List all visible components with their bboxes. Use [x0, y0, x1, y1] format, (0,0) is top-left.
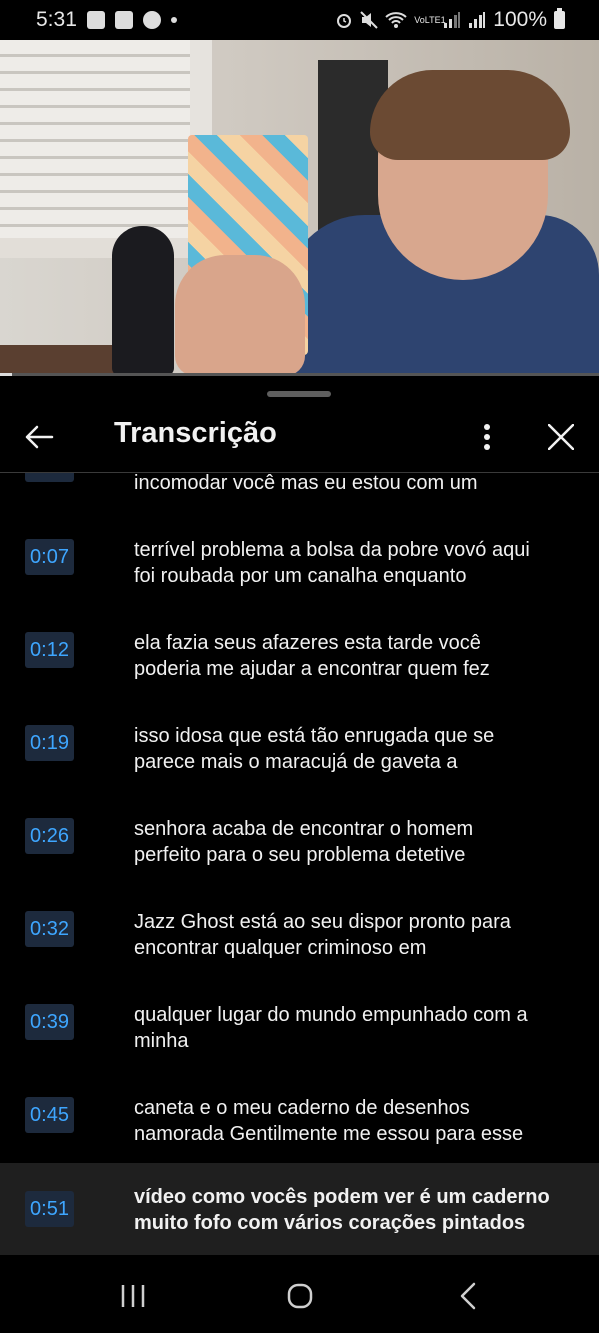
timestamp-stub [25, 473, 74, 482]
back-button[interactable] [18, 416, 60, 458]
chevron-left-icon [460, 1282, 476, 1310]
timestamp: 0:26 [25, 818, 74, 854]
transcript-text: caneta e o meu caderno de desenhos namora… [134, 1097, 524, 1145]
video-hand [175, 255, 305, 376]
drag-handle[interactable] [267, 391, 331, 397]
nav-back-button[interactable] [438, 1276, 498, 1316]
transcript-row[interactable]: 0:26 senhora acaba de encontrar o homem p… [0, 790, 599, 882]
video-player[interactable] [0, 40, 599, 376]
navigation-bar [0, 1258, 599, 1333]
transcript-row[interactable]: 0:32 Jazz Ghost está ao seu dispor pront… [0, 883, 599, 975]
video-window-sill [0, 238, 215, 258]
transcript-title: Transcrição [114, 417, 277, 449]
wifi-icon [385, 12, 407, 28]
arrow-left-icon [25, 425, 54, 449]
home-button[interactable] [270, 1276, 330, 1316]
transcript-text: terrível problema a bolsa da pobre vovó … [134, 539, 530, 587]
gallery-icon [86, 11, 105, 29]
transcript-text: qualquer lugar do mundo empunhado com am… [134, 1004, 528, 1052]
transcript-row[interactable]: 0:19 isso idosa que está tão enrugada qu… [0, 697, 599, 789]
transcript-panel: Transcrição incomodar você mas eu estou … [0, 378, 599, 1258]
transcript-header: Transcrição [0, 406, 599, 472]
transcript-text: senhora acaba de encontrar o homem perfei… [134, 818, 474, 866]
signal-icon [444, 12, 461, 28]
signal-icon [469, 12, 486, 28]
transcript-text: ela fazia seus afazeres esta tarde você p… [134, 632, 490, 680]
transcript-row-active[interactable]: 0:51 vídeo como vocês podem ver é um cad… [0, 1163, 599, 1255]
timestamp: 0:07 [25, 539, 74, 575]
transcript-text: Jazz Ghost está ao seu dispor pronto par… [134, 911, 511, 959]
close-icon [548, 424, 574, 450]
battery-percent: 100% [493, 8, 547, 31]
transcript-text: vídeo como vocês podem ver é um caderno m… [134, 1186, 550, 1234]
network-label: VoLTE1 [414, 14, 446, 25]
video-person-hair [370, 70, 570, 160]
alarm-icon [337, 14, 352, 28]
transcript-row-partial[interactable]: incomodar você mas eu estou com um [0, 473, 599, 503]
status-time: 5:31 [36, 8, 77, 31]
more-vert-icon [484, 424, 490, 450]
timestamp: 0:19 [25, 725, 74, 761]
transcript-row[interactable]: 0:12 ela fazia seus afazeres esta tarde … [0, 604, 599, 696]
timestamp: 0:51 [25, 1191, 74, 1227]
timestamp: 0:39 [25, 1004, 74, 1040]
home-icon [287, 1283, 313, 1309]
battery-icon [554, 8, 565, 29]
transcript-row[interactable]: 0:39 qualquer lugar do mundo empunhado c… [0, 976, 599, 1068]
transcript-row[interactable]: 0:07 terrível problema a bolsa da pobre … [0, 511, 599, 603]
cloud-icon [142, 11, 161, 29]
timestamp: 0:32 [25, 911, 74, 947]
video-progress-bar[interactable] [0, 373, 599, 376]
recent-apps-icon [121, 1285, 145, 1307]
shield-icon [114, 11, 133, 29]
video-microphone [112, 226, 174, 376]
video-progress-fill [0, 373, 12, 376]
transcript-text: incomodar você mas eu estou com um [134, 473, 478, 494]
status-left: 5:31 [36, 8, 177, 32]
notification-dot-icon [170, 17, 177, 23]
transcript-list[interactable]: incomodar você mas eu estou com um 0:07 … [0, 473, 599, 1258]
mute-icon [360, 11, 378, 29]
recent-apps-button[interactable] [103, 1276, 163, 1316]
timestamp: 0:12 [25, 632, 74, 668]
status-bar: 5:31 VoLTE1 100% [0, 0, 599, 40]
status-right: VoLTE1 100% [335, 8, 565, 32]
transcript-row[interactable]: 0:45 caneta e o meu caderno de desenhos n… [0, 1069, 599, 1161]
timestamp: 0:45 [25, 1097, 74, 1133]
close-button[interactable] [540, 416, 582, 458]
video-window-blind [0, 40, 200, 240]
more-options-button[interactable] [466, 416, 508, 458]
transcript-text: isso idosa que está tão enrugada que se p… [134, 725, 495, 773]
